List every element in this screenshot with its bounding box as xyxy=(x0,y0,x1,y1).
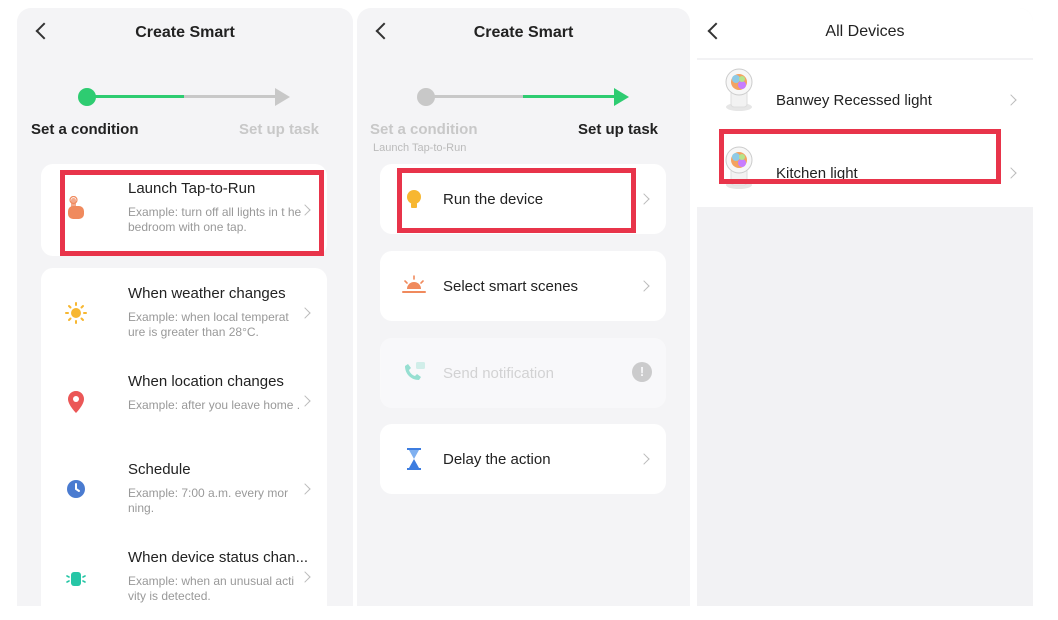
page-title: Create Smart xyxy=(135,24,235,41)
create-smart-condition-screen: Create Smart Set a condition Set up task… xyxy=(17,8,353,606)
select-smart-scenes-option[interactable]: Select smart scenes xyxy=(380,251,666,321)
highlight-box xyxy=(60,170,324,256)
step1-sublabel: Launch Tap-to-Run xyxy=(373,142,467,154)
step2-label: Set up task xyxy=(239,121,320,138)
step-indicator: Set a condition Launch Tap-to-Run Set up… xyxy=(357,78,690,158)
info-exclamation-icon: ! xyxy=(632,362,652,382)
chevron-right-icon xyxy=(1005,94,1017,106)
step1-label: Set a condition xyxy=(370,121,478,138)
option-title: Select smart scenes xyxy=(443,278,579,295)
clock-icon xyxy=(67,480,85,498)
chevron-right-icon xyxy=(638,280,650,292)
nav-bar: Create Smart xyxy=(17,8,353,58)
step1-label: Set a condition xyxy=(31,121,139,138)
option-description: Example: 7:00 a.m. every mor ning. xyxy=(128,486,289,515)
nav-bar: All Devices xyxy=(697,8,1033,58)
when-device-status-changes-option[interactable]: When device status chan... Example: when… xyxy=(41,532,327,606)
option-title: Send notification xyxy=(443,365,554,382)
light-bulb-device-icon xyxy=(725,68,753,111)
option-description: Example: after you leave home . xyxy=(128,398,301,412)
when-weather-changes-option[interactable]: When weather changes Example: when local… xyxy=(41,268,327,356)
send-notification-option: Send notification ! xyxy=(380,338,666,408)
when-location-changes-option[interactable]: When location changes Example: after you… xyxy=(41,356,327,444)
option-description: Example: when local temperat ure is grea… xyxy=(128,310,289,339)
device-status-icon xyxy=(66,572,86,586)
device-row-banwey-recessed-light[interactable]: Banwey Recessed light xyxy=(697,60,1033,130)
all-devices-screen: All Devices Banwey Recessed light Kitche… xyxy=(697,8,1033,606)
notification-icon xyxy=(405,362,425,380)
step2-arrow-icon xyxy=(614,88,629,106)
step2-arrow-icon xyxy=(275,88,290,106)
delay-the-action-option[interactable]: Delay the action xyxy=(380,424,666,494)
page-title: Create Smart xyxy=(473,24,574,41)
option-description: Example: when an unusual acti vity is de… xyxy=(128,574,295,603)
option-title: When device status chan... xyxy=(128,549,309,566)
highlight-box xyxy=(719,129,1001,184)
condition-options-list: When weather changes Example: when local… xyxy=(41,268,327,606)
create-smart-task-screen: Create Smart Set a condition Launch Tap-… xyxy=(357,8,690,606)
step-line-inactive xyxy=(431,95,523,98)
hourglass-icon xyxy=(407,448,421,470)
option-title: Schedule xyxy=(128,461,191,478)
chevron-right-icon xyxy=(638,193,650,205)
sunrise-icon xyxy=(402,275,426,293)
nav-bar: Create Smart xyxy=(357,8,690,58)
sun-icon xyxy=(65,302,87,324)
step2-label: Set up task xyxy=(578,121,659,138)
chevron-right-icon xyxy=(1005,167,1017,179)
location-pin-icon xyxy=(68,391,84,413)
page-title: All Devices xyxy=(825,23,905,40)
step-line-inactive xyxy=(184,95,276,98)
option-title: Delay the action xyxy=(443,451,551,468)
highlight-box xyxy=(397,168,636,233)
step-indicator: Set a condition Set up task xyxy=(17,78,353,158)
option-title: When weather changes xyxy=(128,285,286,302)
option-title: When location changes xyxy=(128,373,284,390)
schedule-option[interactable]: Schedule Example: 7:00 a.m. every mor ni… xyxy=(41,444,327,532)
step-line-active xyxy=(523,95,615,98)
step-line-active xyxy=(92,95,184,98)
chevron-right-icon xyxy=(638,453,650,465)
device-name: Banwey Recessed light xyxy=(776,92,932,109)
